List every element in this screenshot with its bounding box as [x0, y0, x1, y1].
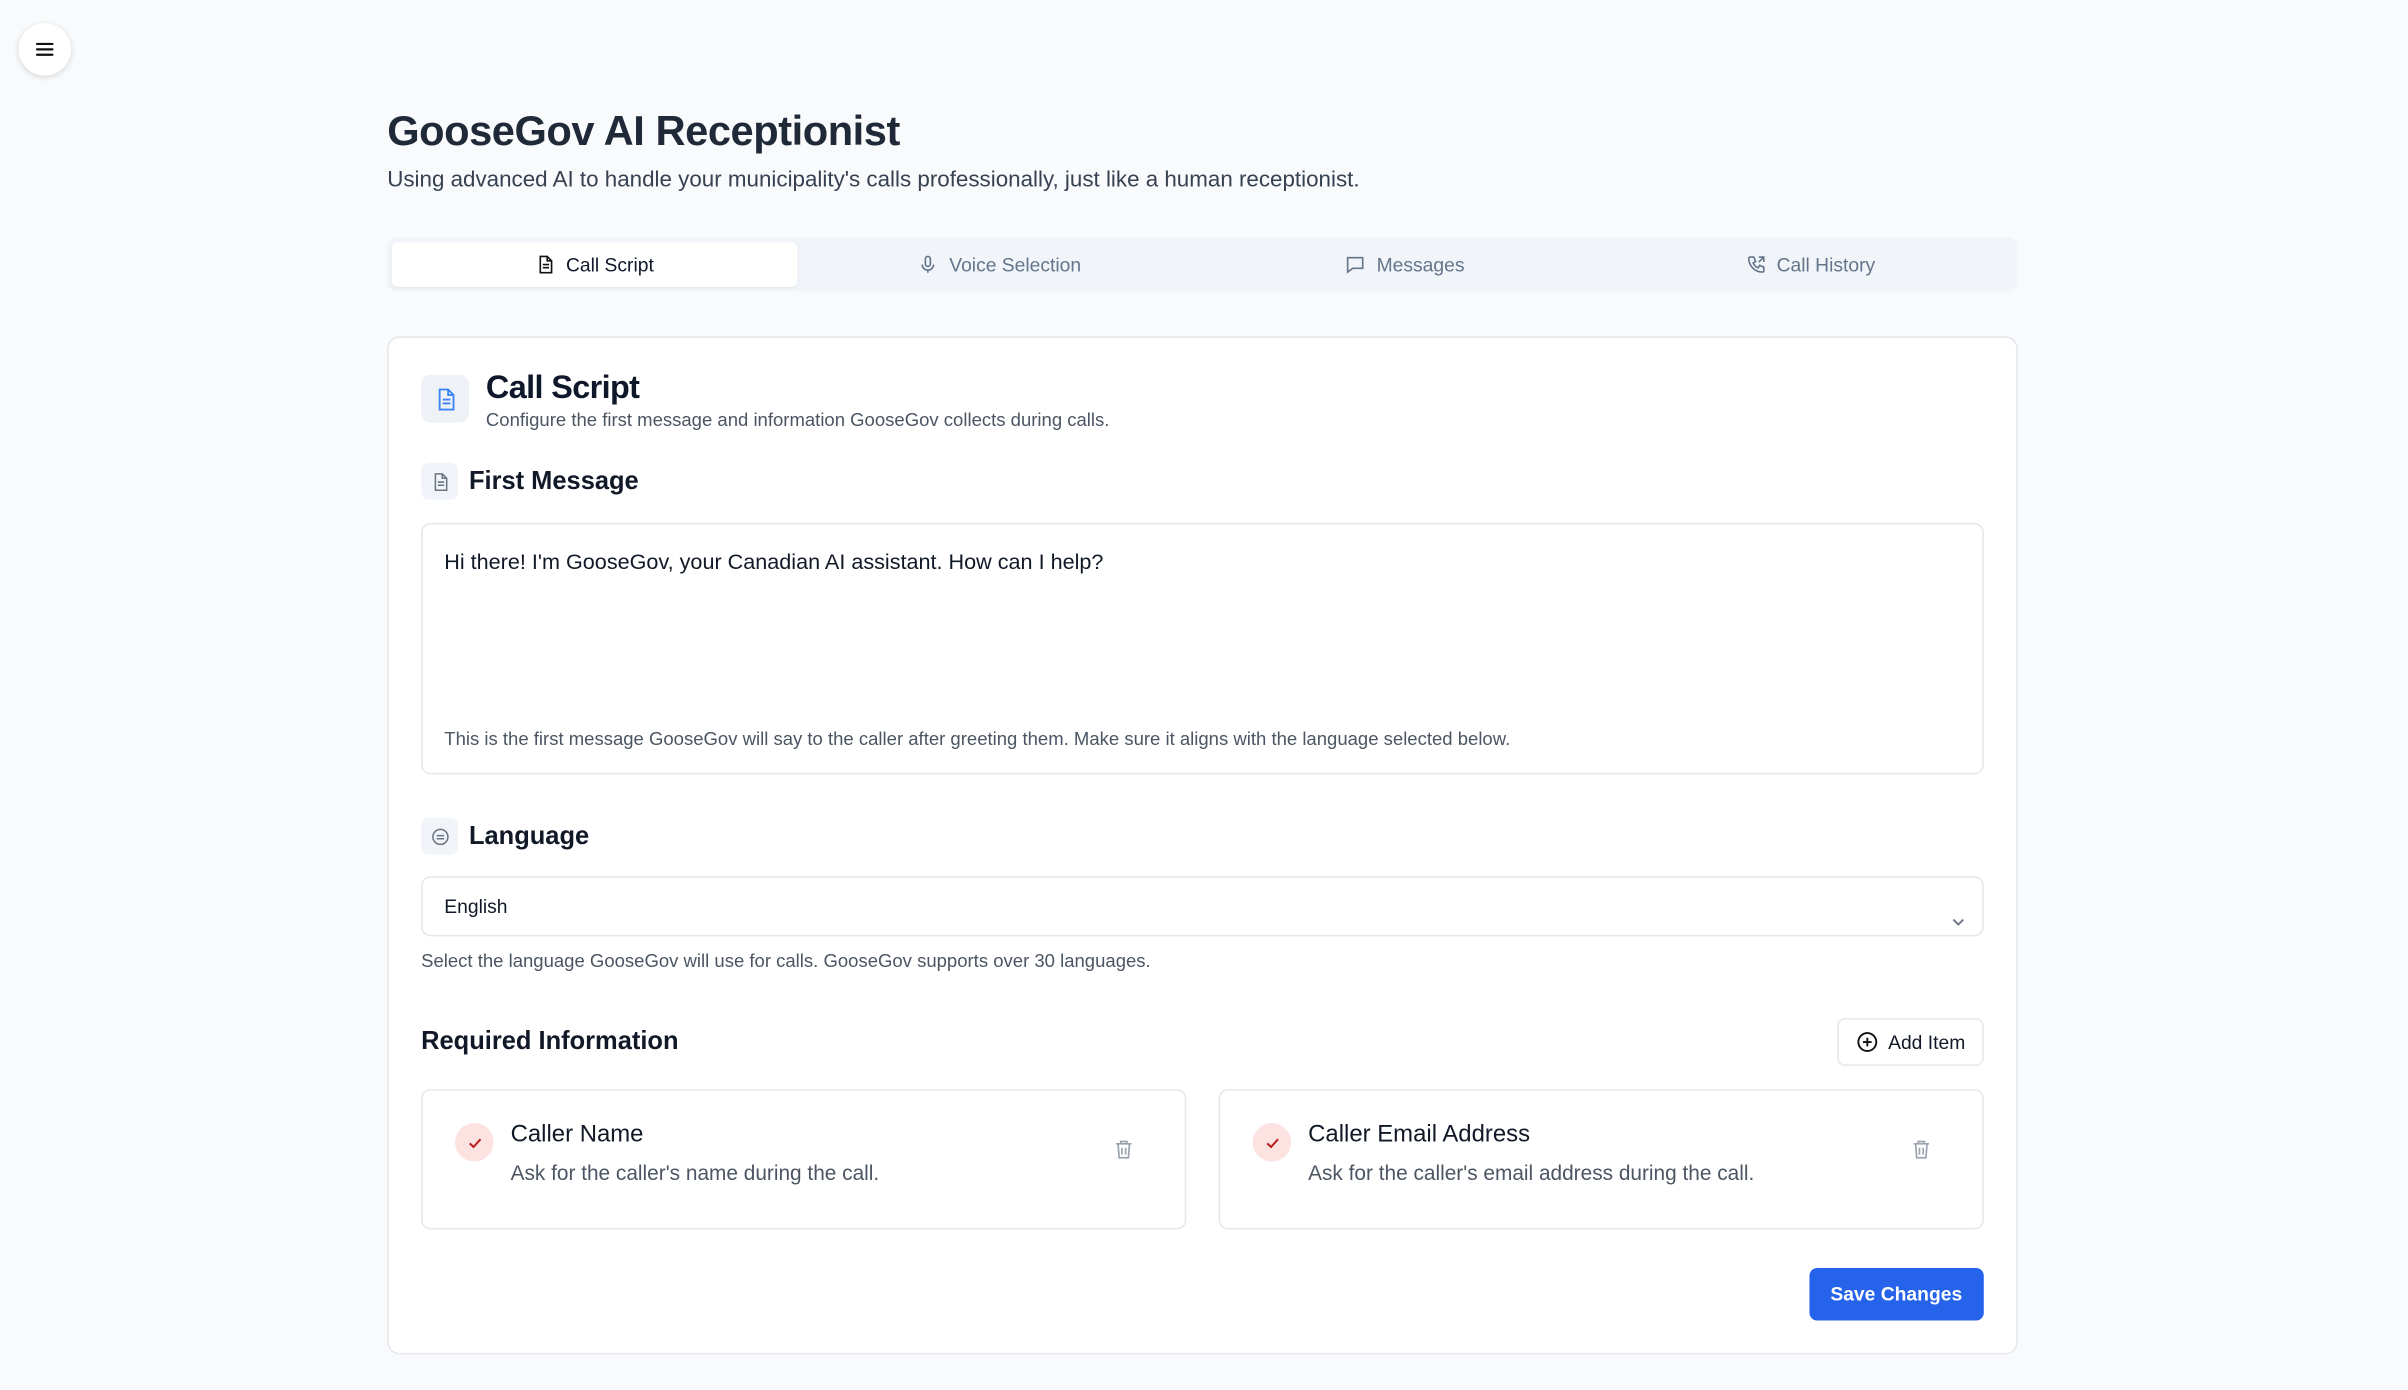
item-description: Ask for the caller's name during the cal… [510, 1161, 880, 1185]
first-message-value: Hi there! I'm GooseGov, your Canadian AI… [444, 549, 1104, 574]
document-icon [433, 472, 447, 491]
add-item-button[interactable]: Add Item [1837, 1018, 1984, 1066]
language-select[interactable]: English [421, 876, 1984, 937]
first-message-textarea[interactable]: Hi there! I'm GooseGov, your Canadian AI… [421, 522, 1984, 775]
first-message-header: First Message [421, 462, 1984, 500]
document-icon [539, 255, 553, 274]
list-item: Caller Email Address Ask for the caller'… [1218, 1089, 1984, 1230]
plus-circle-icon [1857, 1032, 1878, 1052]
language-header: Language [421, 817, 1984, 855]
section-icon-box [421, 817, 459, 855]
check-icon [1265, 1137, 1279, 1148]
page-title: GooseGov AI Receptionist [387, 107, 900, 155]
tab-label: Messages [1376, 253, 1465, 276]
card-description: Configure the first message and informat… [485, 408, 1110, 431]
trash-icon[interactable] [1114, 1138, 1134, 1160]
language-icon [431, 827, 448, 845]
first-message-hint: This is the first message GooseGov will … [444, 728, 1511, 750]
language-title: Language [468, 821, 590, 850]
add-item-label: Add Item [1888, 1031, 1966, 1053]
first-message-title: First Message [468, 466, 639, 495]
tab-messages[interactable]: Messages [1202, 242, 1607, 287]
tab-bar: Call Script Voice Selection Messages Cal… [387, 237, 2018, 292]
tab-voice-selection[interactable]: Voice Selection [797, 242, 1202, 287]
card-title: Call Script [485, 370, 640, 406]
required-info-header: Required Information Add Item [421, 1018, 1984, 1066]
required-info-title: Required Information [421, 1027, 679, 1056]
page-subtitle: Using advanced AI to handle your municip… [387, 168, 1360, 193]
phone-icon [1747, 256, 1765, 273]
tab-call-history[interactable]: Call History [1608, 242, 2013, 287]
list-item: Caller Name Ask for the caller's name du… [421, 1089, 1187, 1230]
app-stage: GooseGov AI Receptionist Using advanced … [0, 0, 2408, 1390]
menu-button[interactable] [18, 23, 71, 76]
document-icon [437, 387, 454, 410]
trash-icon[interactable] [1911, 1138, 1931, 1160]
item-title: Caller Name [510, 1121, 644, 1148]
call-script-card: Call Script Configure the first message … [387, 336, 2018, 1355]
item-title: Caller Email Address [1308, 1121, 1531, 1148]
card-header: Call Script Configure the first message … [421, 370, 1984, 430]
hamburger-icon [35, 42, 54, 56]
required-items-list: Caller Name Ask for the caller's name du… [421, 1089, 1984, 1230]
tab-label: Call Script [565, 253, 654, 276]
card-icon-box [421, 374, 469, 423]
main-container: GooseGov AI Receptionist Using advanced … [387, 107, 2018, 1355]
message-icon [1347, 256, 1365, 274]
save-changes-button[interactable]: Save Changes [1808, 1268, 1984, 1321]
language-selected-value: English [444, 895, 508, 918]
check-icon-box [1252, 1123, 1292, 1162]
tab-label: Call History [1776, 253, 1876, 276]
microphone-icon [921, 255, 935, 273]
check-icon [468, 1137, 481, 1148]
language-hint: Select the language GooseGov will use fo… [421, 950, 1151, 972]
section-icon-box [421, 462, 459, 500]
tab-call-script[interactable]: Call Script [391, 242, 798, 287]
tab-label: Voice Selection [949, 253, 1082, 276]
check-icon-box [455, 1123, 494, 1162]
item-description: Ask for the caller's email address durin… [1308, 1161, 1755, 1185]
chevron-down-icon [1952, 918, 1964, 926]
